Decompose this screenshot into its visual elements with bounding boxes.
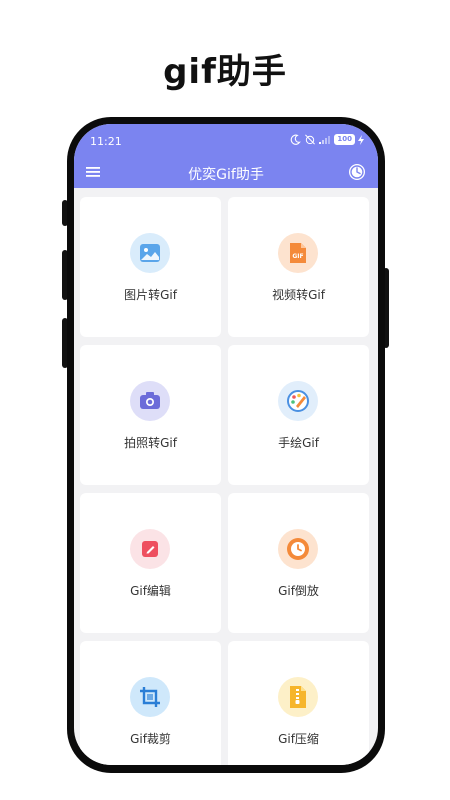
svg-text:GIF: GIF: [292, 253, 303, 260]
card-photo-to-gif[interactable]: 拍照转Gif: [80, 345, 221, 485]
promo-title: gif助手: [163, 52, 287, 92]
card-gif-compress[interactable]: Gif压缩: [228, 641, 369, 765]
charging-icon: [358, 134, 364, 145]
phone-screen: 11:21 100 优奕Gif助手 图片转Gif GIF 视频转Gif 拍照转G…: [74, 124, 378, 765]
status-bar: 11:21 100: [74, 124, 378, 158]
card-gif-edit[interactable]: Gif编辑: [80, 493, 221, 633]
battery-indicator: 100: [334, 134, 355, 145]
clock-icon: [278, 529, 318, 569]
card-label: 手绘Gif: [278, 436, 319, 450]
history-clock-icon[interactable]: [348, 163, 366, 181]
edit-icon: [130, 529, 170, 569]
card-video-to-gif[interactable]: GIF 视频转Gif: [228, 197, 369, 337]
palette-icon: [278, 381, 318, 421]
card-label: Gif裁剪: [130, 732, 171, 746]
card-label: Gif编辑: [130, 584, 171, 598]
card-label: Gif倒放: [278, 584, 319, 598]
card-gif-reverse[interactable]: Gif倒放: [228, 493, 369, 633]
card-label: Gif压缩: [278, 732, 319, 746]
card-image-to-gif[interactable]: 图片转Gif: [80, 197, 221, 337]
app-title: 优奕Gif助手: [188, 167, 264, 183]
status-time: 11:21: [90, 135, 122, 148]
moon-icon: [291, 134, 302, 145]
signal-icon: [319, 136, 331, 144]
image-icon: [130, 233, 170, 273]
alarm-off-icon: [305, 134, 316, 145]
app-bar: 优奕Gif助手: [74, 158, 378, 188]
card-gif-crop[interactable]: Gif裁剪: [80, 641, 221, 765]
crop-icon: [130, 677, 170, 717]
status-icons: 100: [290, 134, 364, 145]
gif-file-icon: GIF: [278, 233, 318, 273]
zip-file-icon: [278, 677, 318, 717]
camera-icon: [130, 381, 170, 421]
card-label: 视频转Gif: [272, 288, 325, 302]
card-label: 图片转Gif: [124, 288, 177, 302]
card-draw-gif[interactable]: 手绘Gif: [228, 345, 369, 485]
card-label: 拍照转Gif: [124, 436, 177, 450]
